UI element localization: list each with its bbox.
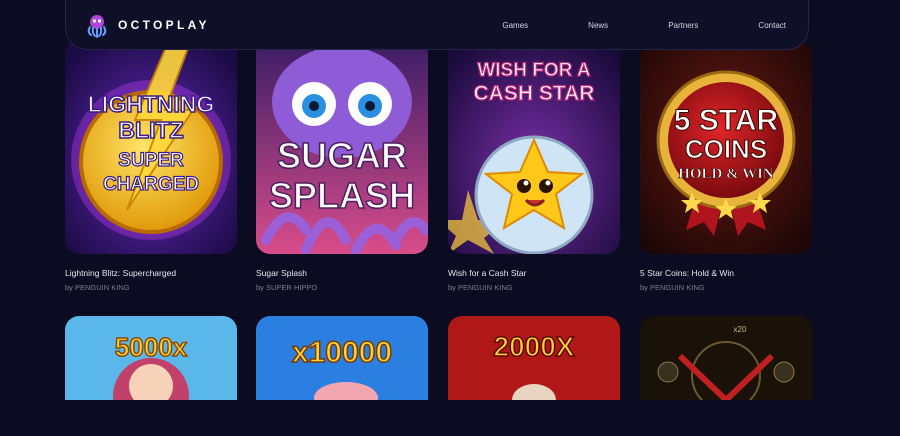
game-provider: by PENGUIN KING xyxy=(640,283,705,292)
game-thumbnail[interactable]: WISH FOR A CASH STAR xyxy=(448,40,620,254)
nav-link-news[interactable]: News xyxy=(588,21,608,30)
art-text: x20 xyxy=(734,325,747,334)
art-text: SUGAR xyxy=(277,135,407,176)
game-thumbnail-art: x20 xyxy=(640,316,812,400)
lightning-blitz-art: LIGHTNING BLITZ SUPER CHARGED xyxy=(65,40,237,254)
brand-name: OCTOPLAY xyxy=(118,17,210,32)
art-text: CHARGED xyxy=(103,174,199,195)
game-card-row2-1[interactable]: 5000x xyxy=(65,316,237,436)
art-text: BLITZ xyxy=(118,117,183,143)
game-provider: by SUPER HIPPO xyxy=(256,283,318,292)
game-thumbnail[interactable]: SUGAR SPLASH xyxy=(256,40,428,254)
5-star-coins-art: 5 STAR COINS HOLD & WIN xyxy=(640,40,812,254)
nav-link-games[interactable]: Games xyxy=(502,21,528,30)
top-nav: OCTOPLAY Games News Partners Contact xyxy=(65,0,809,50)
wish-cash-star-art: WISH FOR A CASH STAR xyxy=(448,40,620,254)
game-thumbnail-art: 2000X xyxy=(448,316,620,400)
brand[interactable]: OCTOPLAY xyxy=(84,12,210,38)
game-thumbnail[interactable]: LIGHTNING BLITZ SUPER CHARGED xyxy=(65,40,237,254)
art-text: CASH STAR xyxy=(474,82,595,105)
nav-links: Games News Partners Contact xyxy=(502,0,786,50)
art-text: SUPER xyxy=(118,150,184,171)
art-text: WISH FOR A xyxy=(477,60,591,81)
game-provider: by PENGUIN KING xyxy=(448,283,513,292)
game-thumbnail-art: x10000 xyxy=(256,316,428,400)
game-card-row2-3[interactable]: 2000X xyxy=(448,316,620,436)
game-title[interactable]: Wish for a Cash Star xyxy=(448,268,526,278)
game-card-row2-2[interactable]: x10000 xyxy=(256,316,428,436)
art-text: 5000x xyxy=(115,332,188,362)
game-title[interactable]: Sugar Splash xyxy=(256,268,307,278)
art-text: HOLD & WIN xyxy=(678,166,774,182)
game-provider: by PENGUIN KING xyxy=(65,283,130,292)
nav-link-contact[interactable]: Contact xyxy=(758,21,786,30)
art-text: LIGHTNING xyxy=(88,91,215,117)
art-text: 5 STAR xyxy=(674,104,779,137)
game-title[interactable]: Lightning Blitz: Supercharged xyxy=(65,268,176,278)
game-thumbnail[interactable]: 5 STAR COINS HOLD & WIN xyxy=(640,40,812,254)
octopus-logo-icon xyxy=(87,14,107,38)
game-title[interactable]: 5 Star Coins: Hold & Win xyxy=(640,268,734,278)
art-text: SPLASH xyxy=(269,175,415,216)
nav-link-partners[interactable]: Partners xyxy=(668,21,698,30)
game-card-row2-4[interactable]: x20 xyxy=(640,316,812,436)
art-text: 2000X xyxy=(494,331,575,362)
art-text: x10000 xyxy=(292,336,392,369)
sugar-splash-art: SUGAR SPLASH xyxy=(256,40,428,254)
game-thumbnail-art: 5000x xyxy=(65,316,237,400)
art-text: COINS xyxy=(685,134,767,164)
